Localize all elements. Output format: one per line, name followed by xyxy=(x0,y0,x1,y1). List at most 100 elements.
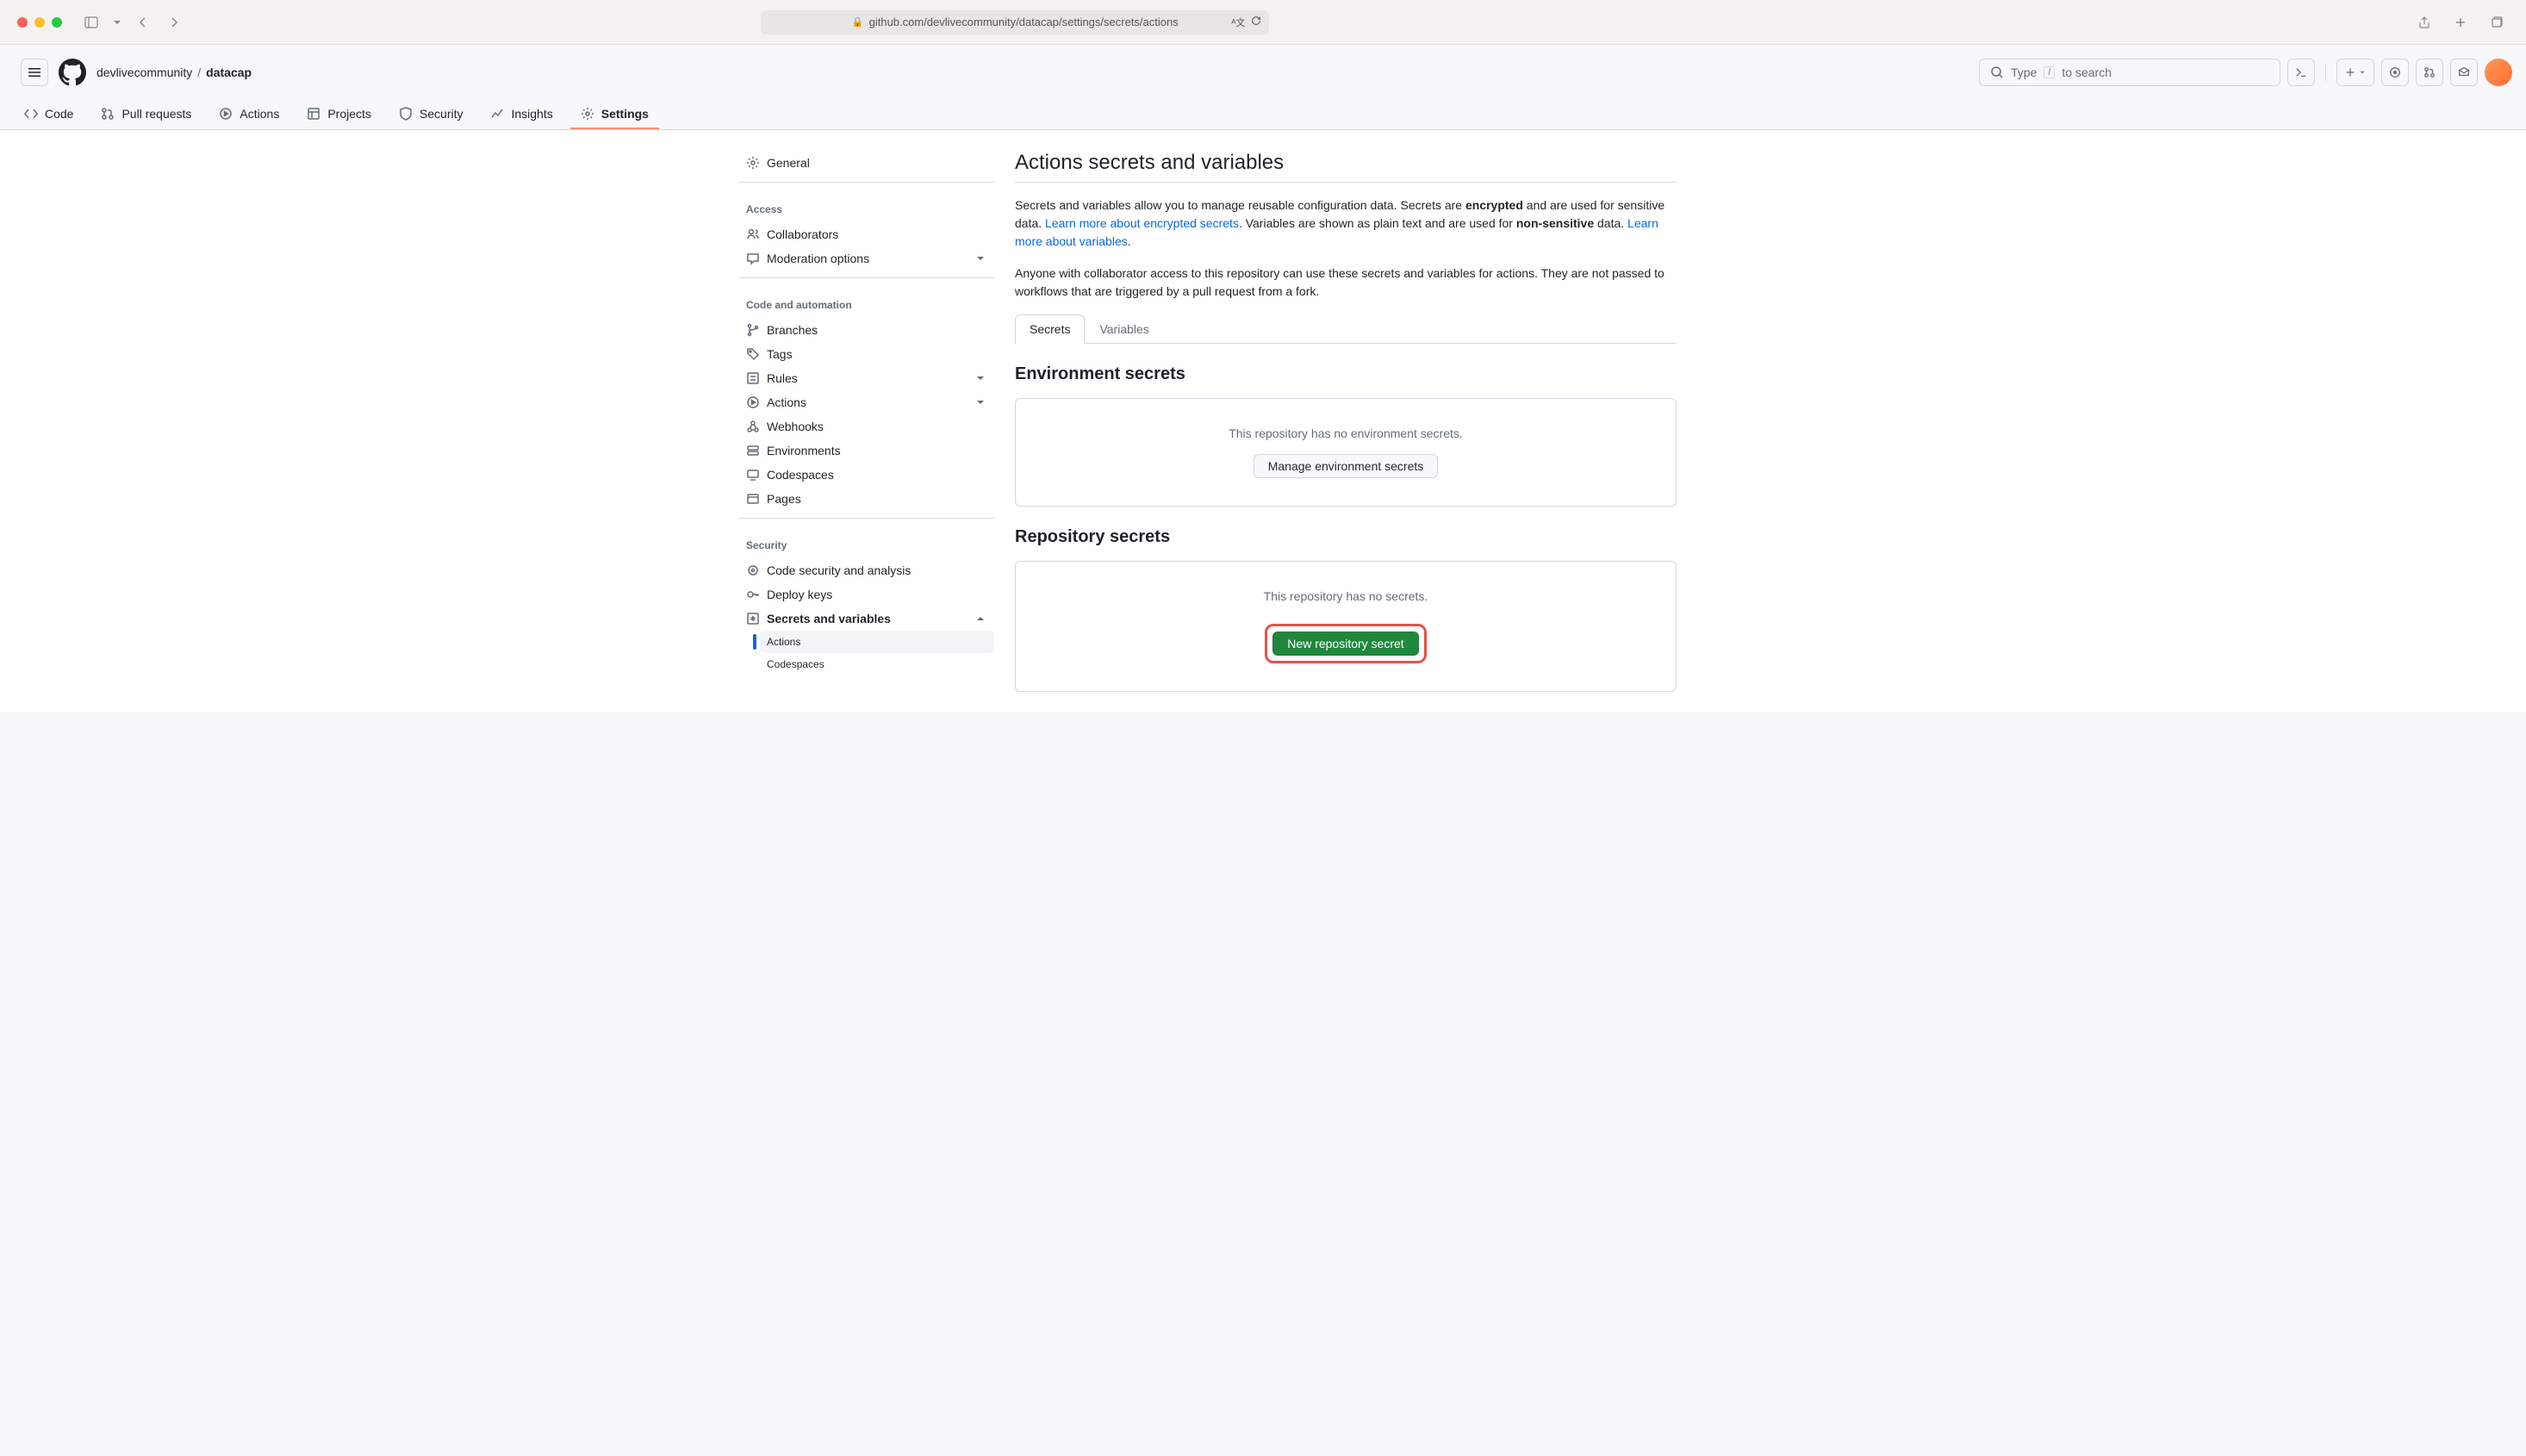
repo-secrets-box: This repository has no secrets. New repo… xyxy=(1015,561,1677,692)
search-icon xyxy=(1990,65,2004,79)
play-icon xyxy=(219,107,233,121)
close-window-button[interactable] xyxy=(17,17,28,28)
sidebar-item-environments[interactable]: Environments xyxy=(739,439,994,463)
minimize-window-button[interactable] xyxy=(34,17,45,28)
sidebar-item-actions[interactable]: Actions xyxy=(739,390,994,414)
maximize-window-button[interactable] xyxy=(52,17,62,28)
webhook-icon xyxy=(746,420,760,433)
share-icon[interactable] xyxy=(2412,12,2436,33)
pull-request-icon xyxy=(101,107,115,121)
reload-icon[interactable] xyxy=(1250,15,1262,29)
sidebar-heading-security: Security xyxy=(739,526,994,558)
notifications-button[interactable] xyxy=(2450,59,2478,86)
owner-link[interactable]: devlivecommunity xyxy=(96,65,192,79)
sidebar-heading-code: Code and automation xyxy=(739,285,994,318)
page-title: Actions secrets and variables xyxy=(1015,151,1677,183)
sidebar-item-webhooks[interactable]: Webhooks xyxy=(739,414,994,439)
sidebar-item-general[interactable]: General xyxy=(739,151,994,175)
sidebar-heading-access: Access xyxy=(739,190,994,222)
tab-pull-requests[interactable]: Pull requests xyxy=(90,100,202,129)
asterisk-icon xyxy=(746,612,760,625)
main-content: Actions secrets and variables Secrets an… xyxy=(1015,151,1677,692)
shield-icon xyxy=(399,107,413,121)
command-palette-button[interactable] xyxy=(2287,59,2315,86)
tab-secrets[interactable]: Secrets xyxy=(1015,314,1085,344)
codespaces-icon xyxy=(746,468,760,482)
chevron-down-icon xyxy=(974,395,987,409)
sidebar-subitem-codespaces[interactable]: Codespaces xyxy=(760,653,994,675)
repo-link[interactable]: datacap xyxy=(206,65,252,79)
play-icon xyxy=(746,395,760,409)
pull-requests-button[interactable] xyxy=(2416,59,2443,86)
repo-nav: Code Pull requests Actions Projects Secu… xyxy=(0,100,2526,129)
divider xyxy=(739,182,994,183)
server-icon xyxy=(746,444,760,457)
tag-icon xyxy=(746,347,760,361)
people-icon xyxy=(746,227,760,241)
sidebar-item-pages[interactable]: Pages xyxy=(739,487,994,511)
sidebar-item-codespaces[interactable]: Codespaces xyxy=(739,463,994,487)
tab-insights[interactable]: Insights xyxy=(480,100,563,129)
lock-icon: 🔒 xyxy=(852,16,864,28)
chevron-up-icon xyxy=(974,612,987,625)
user-avatar[interactable] xyxy=(2485,59,2512,86)
search-input[interactable]: Type / to search xyxy=(1979,59,2280,86)
repo-empty-text: This repository has no secrets. xyxy=(1043,589,1648,603)
search-placeholder-suffix: to search xyxy=(2062,65,2112,79)
sidebar-item-rules[interactable]: Rules xyxy=(739,366,994,390)
sidebar-item-moderation[interactable]: Moderation options xyxy=(739,246,994,271)
repo-secrets-title: Repository secrets xyxy=(1015,527,1677,547)
new-tab-icon[interactable] xyxy=(2448,12,2473,33)
key-icon xyxy=(746,588,760,601)
issues-button[interactable] xyxy=(2381,59,2409,86)
url-text: github.com/devlivecommunity/datacap/sett… xyxy=(869,16,1179,28)
chevron-down-icon xyxy=(974,252,987,265)
create-new-button[interactable] xyxy=(2336,59,2374,86)
search-placeholder-prefix: Type xyxy=(2011,65,2037,79)
url-bar[interactable]: 🔒 github.com/devlivecommunity/datacap/se… xyxy=(761,10,1269,34)
description-2: Anyone with collaborator access to this … xyxy=(1015,264,1677,301)
project-icon xyxy=(307,107,320,121)
tab-settings[interactable]: Settings xyxy=(570,100,659,129)
sidebar-toggle-icon[interactable] xyxy=(79,12,103,33)
tab-security[interactable]: Security xyxy=(389,100,474,129)
tab-code[interactable]: Code xyxy=(14,100,84,129)
translate-icon[interactable]: ᴬ文 xyxy=(1231,16,1245,29)
tabs-icon[interactable] xyxy=(2485,12,2509,33)
new-repository-secret-button[interactable]: New repository secret xyxy=(1272,632,1418,656)
settings-sidebar: General Access Collaborators Moderation … xyxy=(739,151,994,692)
github-header: devlivecommunity / datacap Type / to sea… xyxy=(0,45,2526,130)
scan-icon xyxy=(746,563,760,577)
branch-icon xyxy=(746,323,760,337)
forward-button[interactable] xyxy=(162,12,186,33)
sidebar-item-secrets-variables[interactable]: Secrets and variables xyxy=(739,607,994,631)
sidebar-item-tags[interactable]: Tags xyxy=(739,342,994,366)
sidebar-item-collaborators[interactable]: Collaborators xyxy=(739,222,994,246)
learn-secrets-link[interactable]: Learn more about encrypted secrets xyxy=(1045,216,1239,230)
chevron-down-icon[interactable] xyxy=(110,12,124,33)
highlight-annotation: New repository secret xyxy=(1265,624,1426,663)
header-separator xyxy=(2325,64,2326,81)
tab-actions[interactable]: Actions xyxy=(208,100,289,129)
divider xyxy=(739,518,994,519)
divider xyxy=(739,277,994,278)
search-slash-hint: / xyxy=(2044,66,2055,78)
traffic-lights xyxy=(17,17,62,28)
sidebar-item-code-security[interactable]: Code security and analysis xyxy=(739,558,994,582)
rules-icon xyxy=(746,371,760,385)
breadcrumb-sep: / xyxy=(197,65,201,79)
env-secrets-box: This repository has no environment secre… xyxy=(1015,398,1677,507)
back-button[interactable] xyxy=(131,12,155,33)
tab-variables[interactable]: Variables xyxy=(1085,314,1163,343)
github-logo-icon[interactable] xyxy=(59,59,86,86)
sidebar-item-deploy-keys[interactable]: Deploy keys xyxy=(739,582,994,607)
tab-projects[interactable]: Projects xyxy=(296,100,382,129)
code-icon xyxy=(24,107,38,121)
sidebar-subitem-actions[interactable]: Actions xyxy=(760,631,994,653)
manage-env-secrets-button[interactable]: Manage environment secrets xyxy=(1254,454,1439,478)
gear-icon xyxy=(746,156,760,170)
browser-icon xyxy=(746,492,760,506)
sidebar-item-branches[interactable]: Branches xyxy=(739,318,994,342)
description-1: Secrets and variables allow you to manag… xyxy=(1015,196,1677,251)
menu-button[interactable] xyxy=(21,59,48,86)
